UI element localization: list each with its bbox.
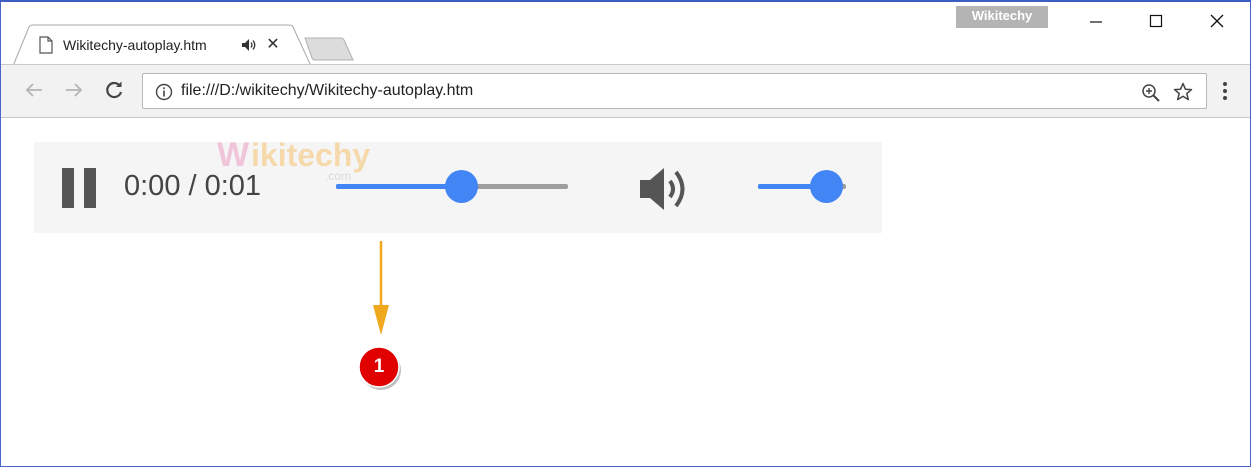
vertical-dots-icon[interactable] xyxy=(1221,81,1229,101)
svg-text:W: W xyxy=(217,136,250,174)
new-tab-button[interactable] xyxy=(303,36,355,62)
arrow-left-icon xyxy=(25,83,42,97)
document-icon xyxy=(39,36,53,54)
volume-thumb[interactable] xyxy=(809,170,843,203)
title-bar: Wikitechy-autoplay.htm ✕ Wikitechy xyxy=(1,2,1250,66)
time-display: 0:00 / 0:01 xyxy=(124,170,262,202)
back-button[interactable] xyxy=(23,79,45,101)
arrow-right-icon xyxy=(66,83,83,97)
tab-close-icon[interactable]: ✕ xyxy=(265,37,281,53)
close-icon xyxy=(1210,14,1224,28)
speaker-playing-icon[interactable] xyxy=(241,38,257,52)
maximize-icon xyxy=(1149,14,1163,28)
close-window-button[interactable] xyxy=(1187,2,1247,40)
pause-icon xyxy=(62,168,74,208)
minimize-icon xyxy=(1090,21,1102,23)
reload-icon xyxy=(106,81,123,99)
volume-high-icon[interactable] xyxy=(638,166,692,212)
audio-player: W ikitechy .com 0:00 / 0:01 xyxy=(34,136,882,233)
tab-content: Wikitechy-autoplay.htm ✕ xyxy=(31,34,287,56)
page-content: W ikitechy .com 0:00 / 0:01 1 xyxy=(1,119,1250,466)
browser-window: Wikitechy-autoplay.htm ✕ Wikitechy file:… xyxy=(0,0,1251,467)
svg-text:ikitechy: ikitechy xyxy=(251,137,370,173)
browser-toolbar: file:///D:/wikitechy/Wikitechy-autoplay.… xyxy=(1,64,1250,118)
brand-badge: Wikitechy xyxy=(956,6,1048,28)
minimize-button[interactable] xyxy=(1066,2,1126,40)
forward-button[interactable] xyxy=(63,79,85,101)
reload-button[interactable] xyxy=(103,79,125,101)
svg-text:.com: .com xyxy=(325,169,351,183)
url-text[interactable]: file:///D:/wikitechy/Wikitechy-autoplay.… xyxy=(181,82,473,100)
badge-label: 1 xyxy=(373,356,385,377)
seek-thumb[interactable] xyxy=(445,170,479,203)
tab-title: Wikitechy-autoplay.htm xyxy=(63,37,207,53)
maximize-button[interactable] xyxy=(1126,2,1186,40)
pause-button[interactable] xyxy=(62,168,96,208)
browser-tab[interactable]: Wikitechy-autoplay.htm ✕ xyxy=(12,24,312,66)
volume-slider[interactable] xyxy=(758,170,846,203)
zoom-in-icon[interactable] xyxy=(1141,83,1161,103)
annotation-arrow xyxy=(373,241,389,335)
address-bar[interactable]: file:///D:/wikitechy/Wikitechy-autoplay.… xyxy=(142,73,1207,109)
annotation-badge: 1 xyxy=(358,346,404,392)
pause-icon-bar xyxy=(84,168,96,208)
seek-slider[interactable] xyxy=(336,170,568,203)
star-icon[interactable] xyxy=(1173,82,1193,102)
info-icon[interactable] xyxy=(155,83,173,101)
seek-progress xyxy=(336,184,462,189)
